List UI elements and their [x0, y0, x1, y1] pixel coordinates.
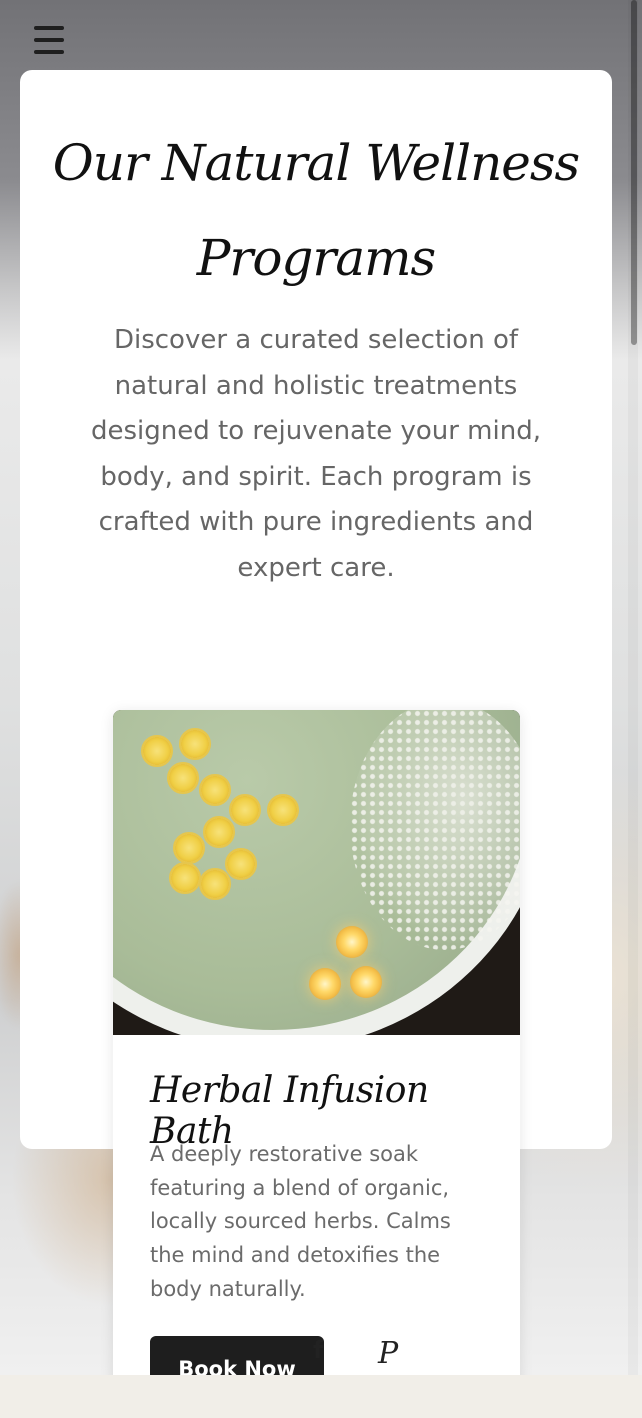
scrollbar-thumb[interactable]	[631, 0, 637, 345]
herbal-bath-photo	[113, 710, 520, 1035]
browser-bottom-bar	[0, 1375, 642, 1418]
program-card: Herbal Infusion Bath A deeply restorativ…	[113, 710, 520, 1410]
facebook-icon[interactable]: f	[313, 1336, 323, 1364]
program-description: A deeply restorative soak featuring a bl…	[150, 1142, 451, 1301]
lemon-slice	[203, 816, 235, 848]
candle	[350, 966, 382, 998]
lemon-slice	[173, 832, 205, 864]
candle	[336, 926, 368, 958]
lemon-slice	[225, 848, 257, 880]
hamburger-menu-icon[interactable]	[34, 26, 66, 54]
facebook-glyph: f	[313, 1336, 324, 1364]
lemon-slice	[167, 762, 199, 794]
lemon-slice	[169, 862, 201, 894]
lemon-slice	[179, 728, 211, 760]
scrollbar[interactable]	[628, 0, 638, 1375]
pinterest-icon[interactable]: P	[378, 1336, 398, 1371]
candle	[309, 968, 341, 1000]
lemon-slice	[141, 735, 173, 767]
menu-bar-line	[34, 50, 64, 54]
lemon-slice	[199, 868, 231, 900]
menu-bar-line	[34, 26, 64, 30]
lemon-slice	[267, 794, 299, 826]
lemon-slice	[229, 794, 261, 826]
menu-bar-line	[34, 38, 64, 42]
pinterest-glyph: P	[378, 1336, 399, 1371]
page-title: Our Natural Wellness Programs	[52, 134, 580, 287]
intro-text: Discover a curated selection of natural …	[91, 325, 541, 583]
lemon-slice	[199, 774, 231, 806]
